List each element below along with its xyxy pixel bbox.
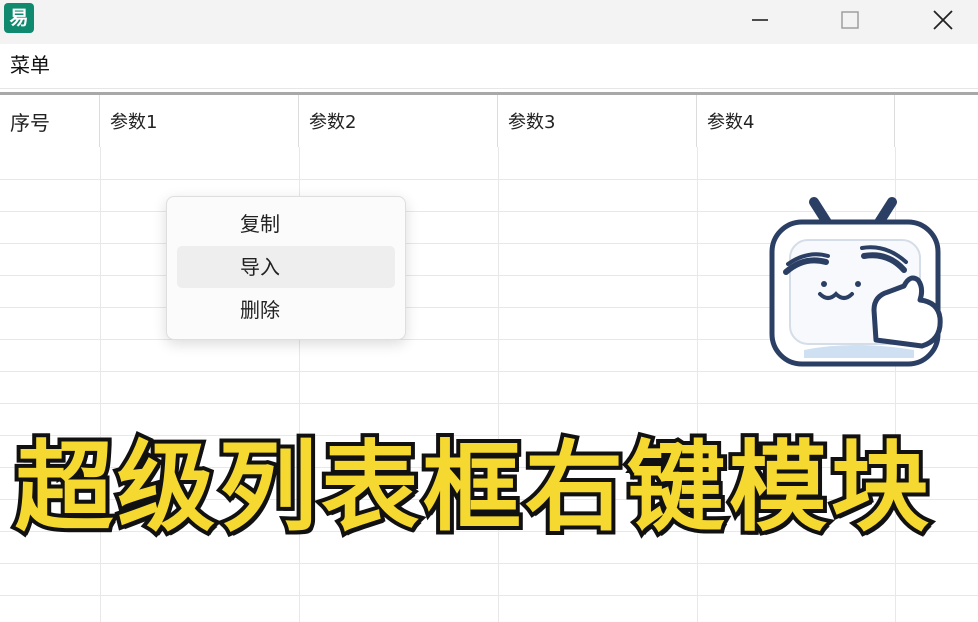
column-header-param4[interactable]: 参数4: [697, 95, 895, 147]
context-menu: 复制 导入 删除: [166, 196, 406, 340]
context-menu-import[interactable]: 导入: [177, 246, 395, 288]
video-title-overlay: 超级列表框右键模块: [11, 427, 934, 549]
grid-row-line: [0, 179, 978, 180]
close-icon: [933, 10, 953, 30]
grid-column-line: [498, 147, 499, 622]
maximize-button[interactable]: [827, 0, 873, 40]
minimize-icon: [752, 19, 768, 21]
context-menu-delete[interactable]: 删除: [177, 289, 395, 331]
minimize-button[interactable]: [737, 0, 783, 40]
grid-row-line: [0, 563, 978, 564]
grid-row-line: [0, 371, 978, 372]
column-header-param2[interactable]: 参数2: [299, 95, 498, 147]
column-header-index[interactable]: 序号: [0, 95, 100, 147]
column-header-param1[interactable]: 参数1: [100, 95, 299, 147]
maximize-icon: [841, 11, 859, 29]
grid-column-line: [100, 147, 101, 622]
grid-row-line: [0, 595, 978, 596]
context-menu-copy[interactable]: 复制: [177, 203, 395, 245]
grid-row-line: [0, 403, 978, 404]
menu-item-main[interactable]: 菜单: [10, 52, 50, 78]
app-icon: 易: [4, 3, 34, 33]
tv-mascot-sticker: [769, 197, 943, 367]
menu-bar: 菜单: [0, 44, 978, 89]
title-bar: 易: [0, 0, 978, 44]
close-button[interactable]: [920, 0, 966, 40]
column-header-param3[interactable]: 参数3: [498, 95, 697, 147]
grid-column-line: [697, 147, 698, 622]
listview-header: 序号 参数1 参数2 参数3 参数4: [0, 95, 978, 147]
